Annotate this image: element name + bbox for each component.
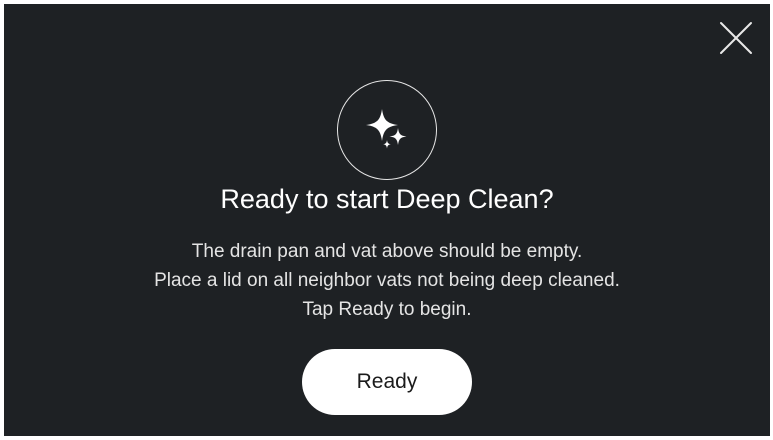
close-icon <box>720 22 752 54</box>
message-line: Place a lid on all neighbor vats not bei… <box>154 270 620 291</box>
sparkle-badge <box>337 80 437 180</box>
message-line: Tap Ready to begin. <box>302 299 472 320</box>
dialog-message: The drain pan and vat above should be em… <box>4 237 770 324</box>
ready-button[interactable]: Ready <box>302 349 472 415</box>
close-button[interactable] <box>712 14 760 62</box>
dialog-title: Ready to start Deep Clean? <box>220 184 554 214</box>
sparkle-icon <box>366 109 407 149</box>
message-line: The drain pan and vat above should be em… <box>191 241 583 262</box>
deep-clean-dialog: Ready to start Deep Clean? The drain pan… <box>4 4 770 436</box>
